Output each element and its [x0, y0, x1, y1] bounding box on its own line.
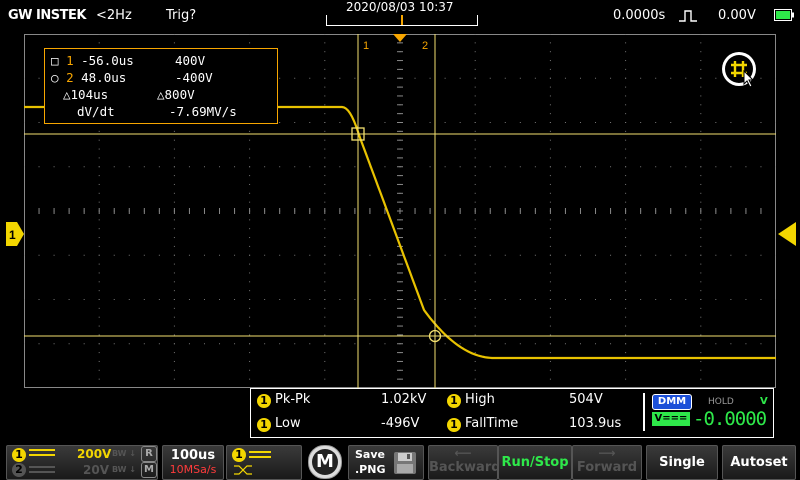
dvdt-label: dV/dt	[77, 104, 115, 119]
battery-icon	[774, 9, 794, 21]
save-label: Save	[355, 448, 385, 461]
save-format: .PNG	[355, 463, 386, 476]
cursor-2-voltage: -400V	[175, 70, 213, 85]
right-arrow-icon: ⟶	[598, 446, 616, 460]
measurement-falltime-value: 103.9us	[569, 416, 622, 431]
sample-rate: 10MSa/s	[169, 463, 217, 476]
trigger-frequency: <2Hz	[96, 8, 132, 23]
status-bar: GW INSTEK <2Hz Trig? 2020/08/03 10:37 0.…	[0, 0, 800, 34]
circle-cursor-icon: ○	[51, 70, 59, 85]
dvdt-value: -7.69MV/s	[169, 104, 237, 119]
run-stop-label: Run/Stop	[501, 455, 569, 470]
ch2-bw-label: BW ↓	[112, 465, 136, 474]
single-label: Single	[659, 455, 705, 470]
left-arrow-icon: ⟵	[454, 446, 472, 460]
dmm-hold: HOLD	[708, 397, 734, 407]
trigger-coupling-icon	[249, 451, 271, 458]
ch2-badge: 2	[12, 463, 26, 477]
delta-icon: △	[157, 87, 165, 102]
cursor-pointer-icon	[743, 70, 755, 88]
measurement-low-value: -496V	[381, 416, 420, 431]
trigger-edge-icon	[234, 465, 252, 475]
delta-time: 104us	[70, 87, 109, 102]
cursor-2-index: 2	[66, 70, 74, 85]
ref-r-icon: R	[141, 446, 157, 462]
grid-display-button[interactable]	[722, 52, 756, 88]
trigger-status: Trig?	[166, 8, 197, 23]
datetime: 2020/08/03 10:37	[346, 0, 454, 14]
measurement-pkpk: 1 Pk-Pk	[257, 392, 310, 408]
ch1-scale: 200V	[77, 447, 112, 461]
dmm-unit: V	[760, 396, 768, 407]
measurement-high-value: 504V	[569, 392, 603, 407]
svg-text:1: 1	[9, 228, 16, 242]
measurement-falltime: 1 FallTime	[447, 416, 518, 432]
delta-voltage: 800V	[164, 87, 195, 102]
timebase-value: 100us	[170, 448, 216, 463]
dmm-mode: V===	[652, 412, 690, 426]
rising-edge-icon	[679, 10, 697, 22]
cursor-readout-panel: □ 1 -56.0us 400V ○ 2 48.0us -400V △104us…	[44, 48, 278, 124]
measurement-pkpk-value: 1.02kV	[381, 392, 427, 407]
measurement-high: 1 High	[447, 392, 495, 408]
dmm-value: -0.0000	[693, 408, 767, 430]
ch1-badge: 1	[12, 448, 26, 462]
cursor-1-voltage: 400V	[175, 53, 206, 68]
cursor-1-label: 1	[363, 40, 369, 52]
square-cursor-icon: □	[51, 53, 59, 68]
dmm-badge: DMM	[652, 394, 692, 410]
save-png-button[interactable]: Save .PNG	[348, 445, 424, 480]
memory-timeline	[326, 15, 478, 26]
delta-icon: △	[63, 87, 71, 102]
single-button[interactable]: Single	[646, 445, 718, 480]
ch1-bw-label: BW ↓	[112, 449, 136, 458]
run-stop-button[interactable]: Run/Stop	[498, 445, 572, 480]
cursor-1-time: -56.0us	[81, 53, 134, 68]
autoset-label: Autoset	[730, 455, 788, 470]
divider	[643, 393, 645, 431]
floppy-disk-icon	[394, 452, 416, 474]
brand-logo: GW INSTEK	[8, 8, 86, 23]
math-m-icon: M	[141, 462, 157, 478]
measurement-low: 1 Low	[257, 416, 301, 432]
channel-1-ground-marker[interactable]: 1	[6, 222, 24, 246]
dc-coupling-icon	[29, 449, 55, 456]
menu-m-button[interactable]: M	[308, 445, 342, 479]
timebase-button[interactable]: 100us 10MSa/s	[162, 445, 224, 480]
channel-scale-button[interactable]: 1 200V BW ↓ R 2 20V BW ↓ M	[6, 445, 158, 480]
cursor-2-time: 48.0us	[81, 70, 127, 85]
ch2-scale: 20V	[83, 463, 109, 477]
trigger-source-badge: 1	[232, 448, 246, 462]
forward-button[interactable]: ⟶ Forward	[572, 445, 642, 480]
trigger-level-marker[interactable]	[778, 222, 796, 246]
horizontal-position: 0.0000s	[613, 8, 666, 23]
forward-label: Forward	[576, 460, 638, 475]
backward-label: Backward	[429, 460, 501, 475]
m-icon: M	[312, 449, 338, 475]
backward-button[interactable]: ⟵ Backward	[428, 445, 501, 480]
cursor-1-index: 1	[66, 53, 74, 68]
trigger-button[interactable]: 1	[226, 445, 302, 480]
autoset-button[interactable]: Autoset	[722, 445, 796, 480]
dmm-readout[interactable]: DMM HOLD V V=== -0.0000	[648, 392, 770, 434]
trigger-level: 0.00V	[718, 8, 756, 23]
ch2-coupling-icon	[29, 466, 55, 473]
cursor-2-label: 2	[422, 40, 428, 52]
